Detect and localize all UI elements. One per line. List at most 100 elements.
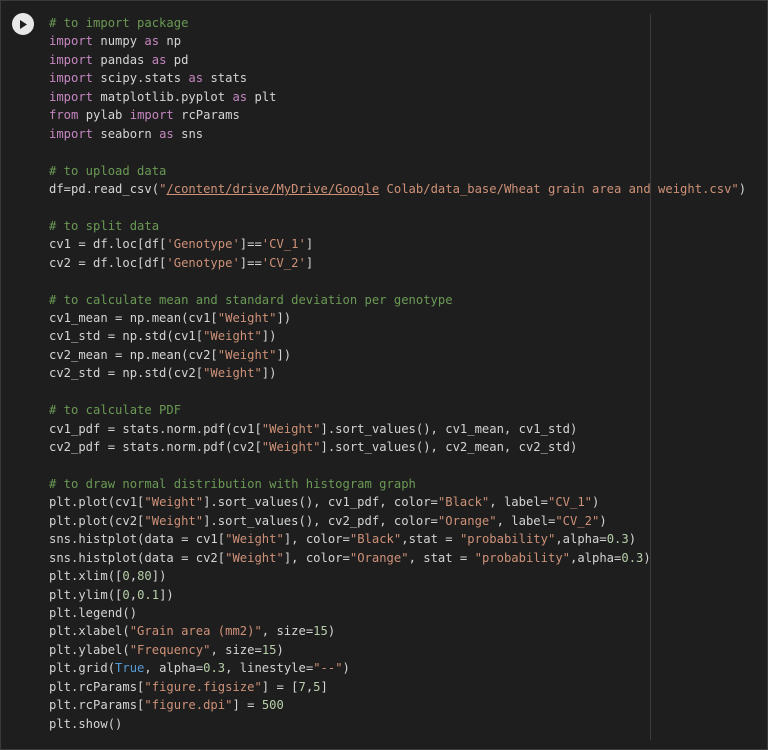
code-token-plain: ].sort_values(), cv1_mean, cv1_std) (320, 421, 578, 436)
code-cell: # to import package import numpy as np imp… (0, 0, 768, 750)
code-token-number: 0.3 (203, 661, 226, 676)
code-token-string: "probability" (474, 550, 570, 565)
code-token-plain: ) (276, 642, 284, 657)
code-token-string: "Weight" (203, 329, 262, 344)
code-line: import pandas as pd (49, 51, 765, 69)
code-token-plain: , label= (489, 495, 548, 510)
code-token-plain: ] = (232, 698, 262, 713)
code-token-string: "Frequency" (129, 642, 211, 657)
code-token-number: 15 (313, 624, 328, 639)
code-token-string: "Weight" (225, 532, 284, 547)
cell-gutter (0, 0, 44, 750)
code-token-plain: cv1_pdf = stats.norm.pdf(cv1[ (49, 421, 262, 436)
code-token-plain: ]) (159, 587, 174, 602)
code-line: # to import package (49, 14, 765, 32)
code-line: from pylab import rcParams (49, 106, 765, 124)
code-token-plain: cv1_std = np.std(cv1[ (49, 329, 204, 344)
code-token-plain: plt.xlim([ (49, 569, 123, 584)
code-token-keyword: as (144, 34, 160, 49)
code-token-comment: # to calculate mean and standard deviati… (49, 292, 453, 307)
run-cell-button[interactable] (12, 13, 34, 35)
code-token-plain: ].sort_values(), cv1_pdf, color= (203, 495, 438, 510)
code-line: plt.show() (49, 715, 765, 733)
code-token-number: 0.3 (621, 550, 644, 565)
code-line: import scipy.stats as stats (49, 69, 765, 87)
code-line: plt.plot(cv1["Weight"].sort_values(), cv… (49, 493, 765, 511)
code-token-plain: , (129, 587, 138, 602)
code-token-plain: seaborn (93, 126, 160, 141)
code-line: df=pd.read_csv("/content/drive/MyDrive/G… (49, 180, 765, 198)
code-token-plain: , (129, 569, 138, 584)
code-token-keyword: import (49, 71, 94, 86)
code-token-number: 7 (298, 679, 306, 694)
code-token-plain: , stat = (408, 550, 475, 565)
code-line: plt.ylim([0,0.1]) (49, 586, 765, 604)
code-token-plain: cv2_std = np.std(cv2[ (49, 366, 204, 381)
code-token-plain: ,alpha= (555, 532, 607, 547)
code-token-link[interactable]: /content/drive/MyDrive/Google (166, 182, 379, 196)
code-line: import seaborn as sns (49, 125, 765, 143)
code-token-plain: ) (327, 624, 336, 639)
code-token-string: "Weight" (261, 421, 321, 436)
code-token-string: "CV_1" (547, 495, 593, 510)
code-token-plain: scipy.stats (93, 71, 189, 86)
code-token-keyword: from (49, 108, 79, 123)
code-token-string: "--" (313, 661, 343, 676)
code-token-string: "figure.dpi" (144, 698, 233, 713)
code-token-plain: cv2_mean = np.mean(cv2[ (49, 347, 218, 362)
code-token-comment: # to draw normal distribution with histo… (49, 476, 416, 491)
code-line: cv1_std = np.std(cv1["Weight"]) (49, 327, 765, 345)
code-token-string: "Weight" (225, 550, 284, 565)
code-line: import matplotlib.pyplot as plt (49, 88, 765, 106)
code-line: plt.xlabel("Grain area (mm2)", size=15) (49, 622, 765, 640)
code-token-number: 0.3 (606, 532, 629, 547)
code-line: sns.histplot(data = cv2["Weight"], color… (49, 549, 765, 567)
code-token-plain: rcParams (173, 108, 240, 123)
code-token-plain: sns (173, 126, 204, 141)
code-token-plain: ) (738, 181, 747, 196)
code-line: plt.legend() (49, 604, 765, 622)
code-token-plain: cv2 = df.loc[df[ (49, 255, 167, 270)
code-line: sns.histplot(data = cv1["Weight"], color… (49, 530, 765, 548)
code-token-string: "Weight" (144, 495, 204, 510)
code-token-comment: # to split data (49, 218, 160, 233)
code-text[interactable]: # to import package import numpy as np imp… (49, 14, 765, 733)
code-line: import numpy as np (49, 32, 765, 50)
code-token-plain: ]== (239, 255, 262, 270)
code-token-keyword: import (49, 52, 94, 67)
code-line: plt.xlim([0,80]) (49, 567, 765, 585)
code-token-string: "Weight" (144, 513, 204, 528)
code-token-plain: plt.rcParams[ (49, 698, 145, 713)
code-token-keyword: as (159, 126, 174, 141)
code-line: plt.ylabel("Frequency", size=15) (49, 641, 765, 659)
code-token-string: "CV_2" (555, 513, 600, 528)
code-token-plain: ] = [ (261, 679, 299, 694)
code-line: plt.grid(True, alpha=0.3, linestyle="--"… (49, 659, 765, 677)
code-token-string: "Black" (437, 495, 490, 510)
code-line: # to split data (49, 217, 765, 235)
code-line: # to upload data (49, 162, 765, 180)
code-token-plain: ) (342, 661, 350, 676)
code-token-comment: # to upload data (49, 163, 167, 178)
code-token-plain: ,stat = (401, 532, 460, 547)
code-token-plain: plt.plot(cv2[ (49, 513, 145, 528)
code-token-plain: ] (320, 679, 328, 694)
code-token-number: 5 (313, 679, 321, 694)
code-token-plain: cv1_mean = np.mean(cv1[ (49, 311, 218, 325)
code-token-plain: ].sort_values(), cv2_mean, cv2_std) (320, 440, 578, 455)
code-token-plain: pandas (93, 52, 152, 67)
code-token-plain: ) (643, 550, 651, 565)
code-line: cv1 = df.loc[df['Genotype']=='CV_1'] (49, 235, 765, 253)
code-token-plain: , alpha= (144, 661, 204, 676)
code-token-string: "Black" (349, 532, 402, 547)
code-line: plt.plot(cv2["Weight"].sort_values(), cv… (49, 512, 765, 530)
code-token-plain: ) (628, 532, 637, 547)
code-token-string: "Orange" (349, 550, 409, 565)
code-line: cv2 = df.loc[df['Genotype']=='CV_2'] (49, 254, 765, 272)
code-token-number: 0 (122, 587, 130, 602)
code-token-number: 0 (122, 569, 130, 584)
code-line: cv2_pdf = stats.norm.pdf(cv2["Weight"].s… (49, 438, 765, 456)
code-token-plain: , label= (496, 513, 556, 528)
